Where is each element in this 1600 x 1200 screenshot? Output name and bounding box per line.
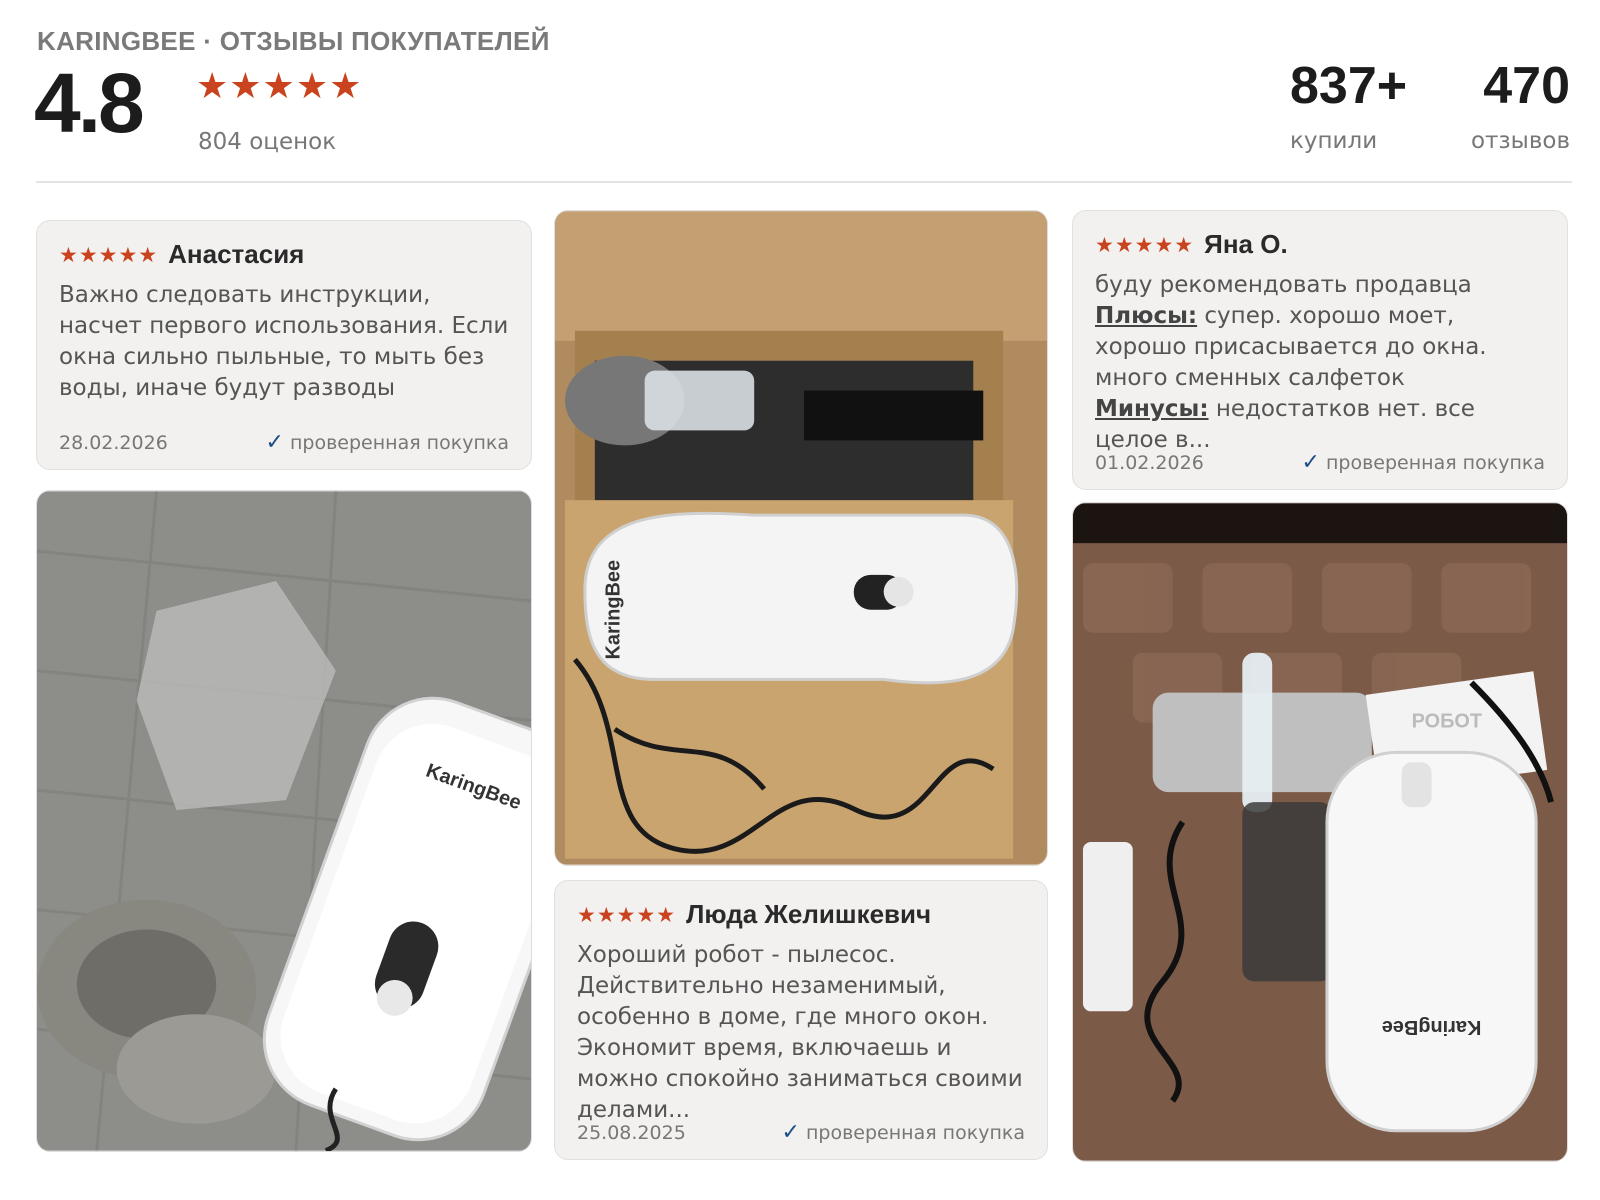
- bought-label: купили: [1290, 128, 1378, 154]
- review-stars-icon: ★★★★★: [1095, 232, 1195, 257]
- header-divider: [36, 181, 1572, 183]
- verified-badge: ✓ проверенная покупка: [1302, 450, 1545, 475]
- verified-label: проверенная покупка: [805, 1121, 1025, 1144]
- review-photo[interactable]: KaringBee: [554, 210, 1048, 866]
- checkmark-icon: ✓: [1301, 450, 1320, 475]
- reviews-stat: 470 отзывов: [1470, 60, 1570, 154]
- svg-text:KaringBee: KaringBee: [1382, 1016, 1482, 1038]
- review-stars-icon: ★★★★★: [59, 242, 159, 267]
- rating-count: 804 оценок: [198, 129, 337, 155]
- review-author: Яна О.: [1204, 229, 1288, 259]
- review-text: Хороший робот - пылесос. Действительно н…: [577, 942, 1023, 1123]
- review-intro: буду рекомендовать продавца: [1095, 272, 1472, 298]
- rating-stars-icon: ★★★★★: [196, 66, 363, 107]
- svg-text:РОБОТ: РОБОТ: [1412, 710, 1482, 732]
- average-rating: 4.8: [34, 56, 145, 150]
- robot-on-floor-image: KaringBee: [37, 491, 531, 1151]
- reviews-label: отзывов: [1470, 128, 1570, 154]
- review-photo[interactable]: РОБОТ KaringBee: [1072, 502, 1568, 1162]
- robot-in-box-image: KaringBee: [555, 211, 1047, 865]
- robot-kit-on-carpet-image: РОБОТ KaringBee: [1073, 503, 1567, 1161]
- checkmark-icon: ✓: [781, 1120, 800, 1145]
- verified-badge: ✓ проверенная покупка: [266, 430, 509, 455]
- verified-label: проверенная покупка: [1325, 451, 1545, 474]
- verified-label: проверенная покупка: [289, 431, 509, 454]
- review-stars-icon: ★★★★★: [577, 902, 677, 927]
- bought-count: 837+: [1290, 57, 1408, 115]
- review-author: Люда Желишкевич: [686, 899, 932, 929]
- cons-label: Минусы:: [1095, 396, 1209, 422]
- review-photo[interactable]: KaringBee: [36, 490, 532, 1152]
- bought-stat: 837+ купили: [1290, 60, 1407, 154]
- verified-badge: ✓ проверенная покупка: [782, 1120, 1025, 1145]
- checkmark-icon: ✓: [265, 430, 284, 455]
- review-date: 25.08.2025: [577, 1121, 686, 1144]
- pros-label: Плюсы:: [1095, 303, 1198, 329]
- review-card[interactable]: ★★★★★ Люда Желишкевич Хороший робот - пы…: [554, 880, 1048, 1160]
- reviews-count: 470: [1483, 57, 1570, 115]
- review-date: 01.02.2026: [1095, 451, 1204, 474]
- review-card[interactable]: ★★★★★ Яна О. буду рекомендовать продавца…: [1072, 210, 1568, 490]
- page-title: KARINGBEE · ОТЗЫВЫ ПОКУПАТЕЛЕЙ: [37, 26, 550, 56]
- review-date: 28.02.2026: [59, 431, 168, 454]
- review-card[interactable]: ★★★★★ Анастасия Важно следовать инструкц…: [36, 220, 532, 470]
- svg-text:KaringBee: KaringBee: [603, 560, 625, 660]
- review-author: Анастасия: [168, 239, 305, 269]
- review-text: буду рекомендовать продавца Плюсы: супер…: [1095, 270, 1545, 456]
- review-text: Важно следовать инструкции, насчет перво…: [59, 282, 509, 401]
